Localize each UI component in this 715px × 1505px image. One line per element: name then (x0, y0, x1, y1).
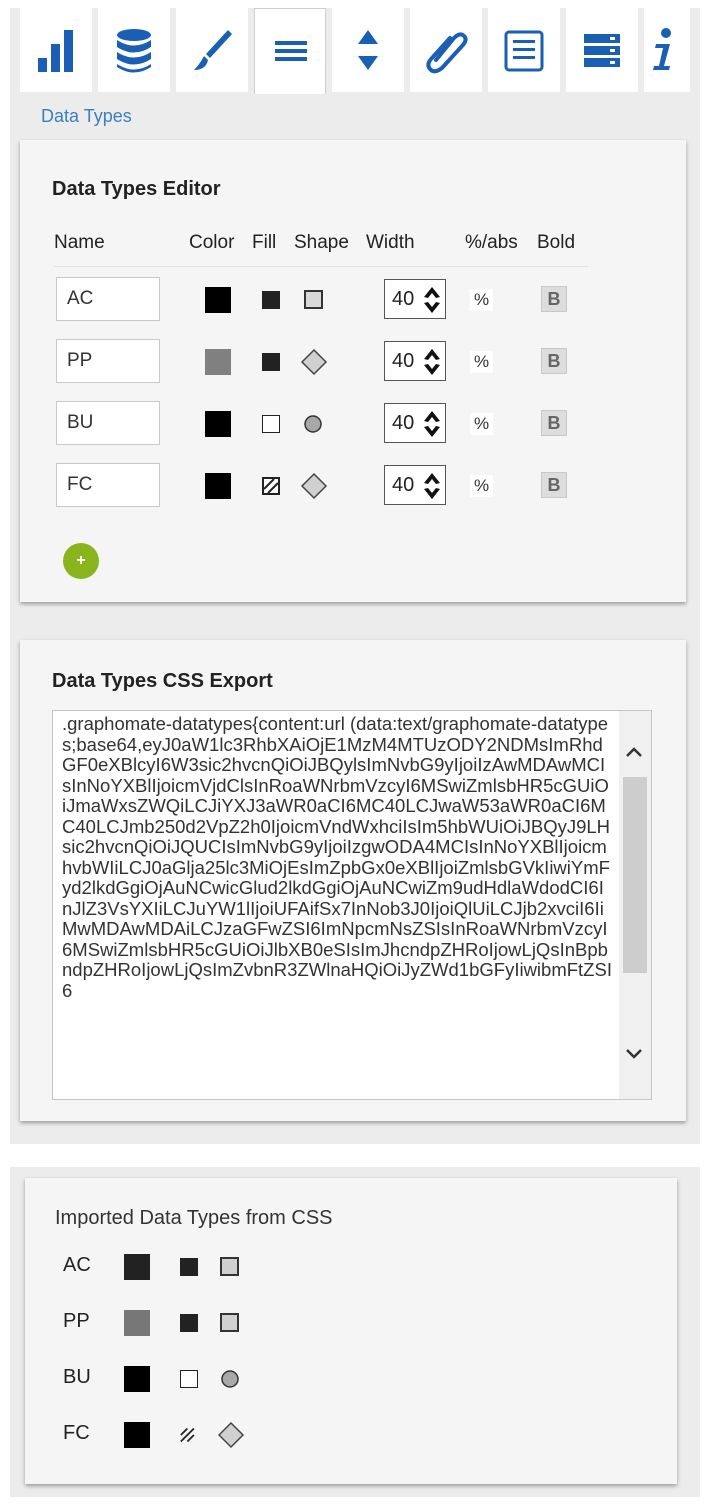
width-value: 40 (392, 350, 415, 372)
color-swatch (124, 1310, 150, 1336)
paperclip-icon (426, 32, 468, 74)
width-value: 40 (392, 288, 415, 310)
data-type-name-input[interactable]: BU (56, 401, 160, 445)
square-shape-icon (220, 1257, 239, 1276)
database-icon (117, 29, 151, 73)
column-header-name: Name (54, 232, 105, 253)
fill-swatch (180, 1258, 198, 1276)
data-type-row: AC 40 % B (0, 277, 715, 327)
spinner-arrows-icon[interactable] (421, 346, 443, 378)
tab-data-types[interactable] (254, 8, 326, 94)
imported-row-name: FC (63, 1422, 90, 1444)
circle-shape-icon (221, 1370, 239, 1388)
spinner-arrows-icon[interactable] (421, 408, 443, 440)
info-icon (653, 28, 671, 70)
data-type-name-input[interactable]: AC (56, 277, 160, 321)
tab-style[interactable] (176, 8, 248, 92)
fill-swatch (180, 1370, 198, 1388)
color-swatch[interactable] (205, 473, 231, 499)
header-divider (54, 266, 588, 267)
percent-toggle[interactable]: % (470, 289, 494, 311)
sort-arrows-icon (358, 30, 378, 70)
width-stepper[interactable]: 40 (384, 341, 446, 381)
color-swatch (124, 1422, 150, 1448)
bold-toggle[interactable]: B (541, 348, 567, 374)
percent-toggle[interactable]: % (470, 413, 494, 435)
color-swatch[interactable] (205, 287, 231, 313)
data-type-row: FC 40 % B (0, 463, 715, 513)
column-header-fill: Fill (252, 232, 277, 253)
fill-swatch[interactable] (262, 291, 280, 309)
bold-toggle[interactable]: B (541, 410, 567, 436)
imported-title: Imported Data Types from CSS (55, 1207, 333, 1229)
imported-row-name: PP (63, 1310, 90, 1332)
export-title: Data Types CSS Export (52, 670, 273, 692)
width-stepper[interactable]: 40 (384, 465, 446, 505)
editor-title: Data Types Editor (52, 178, 221, 200)
color-swatch (124, 1254, 150, 1280)
column-header-width: Width (366, 232, 415, 253)
section-label: Data Types (41, 106, 132, 126)
column-header-color: Color (189, 232, 235, 253)
column-header-shape: Shape (294, 232, 349, 253)
tab-attachments[interactable] (410, 8, 482, 92)
diamond-shape-icon (218, 1422, 245, 1449)
color-swatch (124, 1366, 150, 1392)
toolbar (10, 8, 690, 94)
square-shape-icon (220, 1313, 239, 1332)
square-shape-icon[interactable] (300, 286, 328, 314)
data-type-row: PP 40 % B (0, 339, 715, 389)
css-export-textarea[interactable]: .graphomate-datatypes{content:url (data:… (52, 710, 652, 1100)
column-header-bold: Bold (537, 232, 576, 253)
color-swatch[interactable] (205, 411, 231, 437)
chevron-down-icon[interactable] (625, 1047, 643, 1061)
width-value: 40 (392, 412, 415, 434)
imported-row: FC (0, 1422, 715, 1462)
color-swatch[interactable] (205, 349, 231, 375)
bold-toggle[interactable]: B (541, 286, 567, 312)
imported-row: BU (0, 1366, 715, 1406)
scrollbar-thumb[interactable] (623, 777, 647, 973)
width-stepper[interactable]: 40 (384, 279, 446, 319)
percent-toggle[interactable]: % (470, 475, 494, 497)
data-type-row: BU 40 % B (0, 401, 715, 451)
fill-swatch[interactable] (262, 353, 280, 371)
tab-info[interactable] (644, 8, 690, 92)
tab-chart[interactable] (20, 8, 92, 92)
spinner-arrows-icon[interactable] (421, 284, 443, 316)
add-data-type-button[interactable]: + (63, 543, 99, 579)
tab-sort[interactable] (332, 8, 404, 92)
bold-toggle[interactable]: B (541, 472, 567, 498)
diamond-shape-icon[interactable] (300, 348, 328, 376)
numbered-list-icon (504, 30, 544, 72)
css-export-text: .graphomate-datatypes{content:url (data:… (62, 713, 612, 1001)
data-type-name-input[interactable]: PP (56, 339, 160, 383)
chevron-up-icon[interactable] (625, 745, 643, 759)
imported-row: AC (0, 1254, 715, 1294)
brush-icon (194, 30, 232, 70)
bar-chart-icon (38, 30, 73, 72)
percent-toggle[interactable]: % (470, 351, 494, 373)
tab-list[interactable] (488, 8, 560, 92)
data-type-name-input[interactable]: FC (56, 463, 160, 507)
fill-swatch[interactable] (262, 415, 280, 433)
imported-row-name: AC (63, 1254, 91, 1276)
imported-row: PP (0, 1310, 715, 1350)
tab-layout[interactable] (566, 8, 638, 92)
column-header-pct-abs: %/abs (465, 232, 518, 253)
scrollbar[interactable] (619, 711, 651, 1099)
width-value: 40 (392, 474, 415, 496)
imported-row-name: BU (63, 1366, 91, 1388)
width-stepper[interactable]: 40 (384, 403, 446, 443)
spinner-arrows-icon[interactable] (421, 470, 443, 502)
hatched-fill-swatch[interactable] (262, 477, 280, 495)
menu-icon (275, 41, 307, 61)
tab-data[interactable] (98, 8, 170, 92)
diamond-shape-icon[interactable] (300, 472, 328, 500)
circle-shape-icon[interactable] (300, 410, 328, 438)
hatched-fill-swatch (180, 1427, 195, 1443)
fill-swatch (180, 1314, 198, 1332)
server-stack-icon (584, 34, 620, 67)
